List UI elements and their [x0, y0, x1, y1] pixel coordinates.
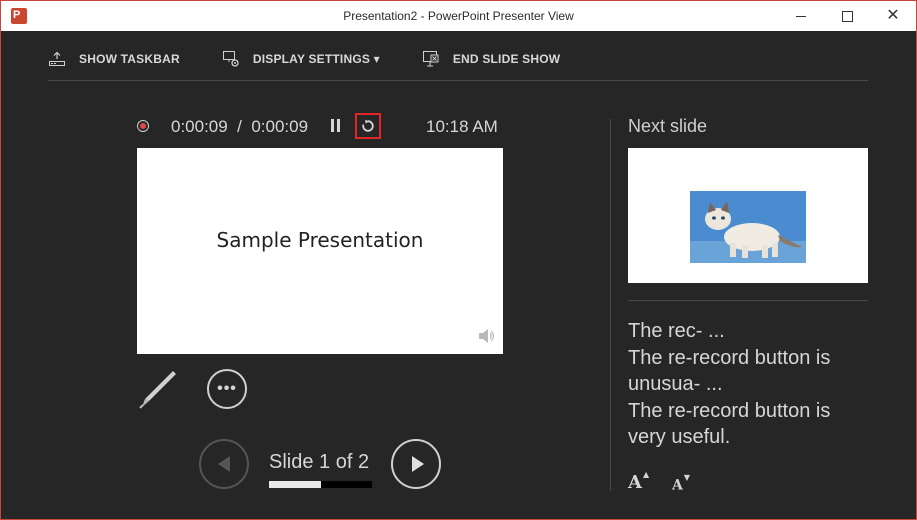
pen-tool-icon[interactable] — [137, 368, 179, 410]
close-icon: ✕ — [886, 7, 900, 24]
minimize-button[interactable] — [778, 1, 824, 31]
increase-font-button[interactable]: A▲ — [628, 469, 649, 493]
maximize-button[interactable] — [824, 1, 870, 31]
notes-line: unusua- ... — [628, 373, 723, 395]
taskbar-icon — [49, 51, 65, 66]
close-button[interactable]: ✕ — [870, 1, 916, 31]
slide-progress-bar — [269, 481, 372, 488]
notes-line: The re-record button is — [628, 399, 831, 422]
display-settings-label: DISPLAY SETTINGS ▾ — [252, 52, 380, 66]
cat-photo — [690, 191, 806, 263]
toolbar-divider — [48, 80, 868, 81]
restart-timer-button[interactable] — [355, 113, 381, 139]
arrow-right-icon — [412, 456, 424, 472]
next-slide-label: Next slide — [628, 116, 708, 136]
current-time: 10:18 AM — [426, 117, 498, 136]
notes-line: very useful. — [628, 426, 731, 448]
current-slide[interactable]: Sample Presentation — [137, 148, 503, 354]
arrow-left-icon — [218, 456, 230, 472]
next-slide-button[interactable] — [391, 439, 441, 489]
slide-title: Sample Presentation — [216, 228, 424, 252]
minimize-icon — [796, 15, 806, 17]
previous-slide-button[interactable] — [199, 439, 249, 489]
end-slide-show-label: END SLIDE SHOW — [452, 52, 561, 66]
maximize-icon — [841, 10, 853, 22]
slide-counter[interactable]: Slide 1 of 2 — [269, 451, 369, 474]
display-settings-button[interactable]: DISPLAY SETTINGS ▾ — [222, 50, 380, 68]
end-slide-show-button[interactable]: END SLIDE SHOW — [422, 50, 560, 68]
show-taskbar-label: SHOW TASKBAR — [79, 52, 180, 66]
display-settings-icon — [222, 51, 239, 67]
notes-line: The re-record button is — [628, 346, 831, 369]
notes-line: The rec- ... — [628, 320, 725, 342]
speaker-notes[interactable]: The rec- ... The re-record button is unu… — [628, 318, 898, 451]
notes-divider — [628, 300, 868, 301]
elapsed-timer: 0:00:09 / 0:00:09 — [171, 117, 309, 136]
next-slide-preview[interactable] — [628, 148, 868, 283]
end-slide-show-icon — [422, 51, 439, 67]
show-taskbar-button[interactable]: SHOW TASKBAR — [48, 50, 180, 68]
column-divider — [610, 119, 611, 491]
slide-progress-fill — [269, 481, 321, 488]
speaker-icon[interactable] — [477, 328, 495, 344]
decrease-font-button[interactable]: A▼ — [672, 472, 690, 494]
title-bar: P Presentation2 - PowerPoint Presenter V… — [1, 1, 916, 31]
more-options-button[interactable]: ••• — [207, 369, 247, 409]
presenter-toolbar: SHOW TASKBAR DISPLAY SETTINGS ▾ END SLID… — [48, 49, 602, 69]
restart-icon — [362, 119, 374, 132]
recording-indicator-icon — [137, 120, 149, 132]
pause-timer-button[interactable] — [331, 119, 341, 132]
